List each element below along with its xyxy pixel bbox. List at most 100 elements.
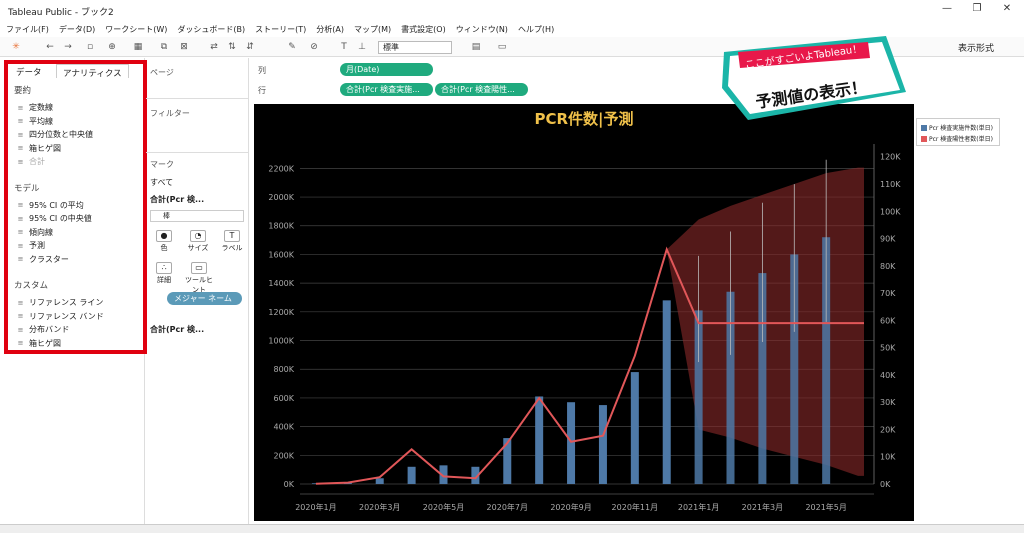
tableau-logo-icon[interactable]: ✳ [10,41,22,53]
menu-analysis[interactable]: 分析(A) [316,24,344,35]
labels-icon[interactable]: T [338,41,350,53]
menu-story[interactable]: ストーリー(T) [255,24,306,35]
y-tick-left: 1200K [268,308,294,317]
menu-help[interactable]: ヘルプ(H) [518,24,554,35]
bar [630,372,639,484]
tooltip-button[interactable]: ▭ ツールヒント [182,262,216,294]
show-me-button[interactable]: 表示形式 [958,41,994,54]
divider [146,98,249,99]
undo-icon[interactable]: ← [44,41,56,53]
size-icon: ◔ [190,230,206,242]
columns-pill-date[interactable]: 月(Date) [340,63,433,76]
marks-card-2[interactable]: 合計(Pcr 検... [150,324,204,335]
columns-label: 列 [258,66,266,75]
y-tick-left: 2000K [268,193,294,202]
legend-label-positives: Pcr 検査陽性者数(単日) [929,136,993,143]
detail-icon: ∴ [156,262,172,274]
rows-label: 行 [258,86,266,95]
menu-dashboard[interactable]: ダッシュボード(B) [177,24,245,35]
maximize-icon[interactable]: ❐ [962,3,992,19]
x-tick: 2020年1月 [295,502,336,512]
menu-window[interactable]: ウィンドウ(N) [456,24,508,35]
y-tick-right: 0K [880,480,891,489]
y-tick-right: 30K [880,398,896,407]
rows-pill-tests[interactable]: 合計(Pcr 検査実施... [340,83,433,96]
bar [535,396,544,484]
y-tick-right: 100K [880,207,901,216]
bar [567,402,576,484]
y-tick-right: 70K [880,289,896,298]
legend-item-tests[interactable]: Pcr 検査実施件数(単日) [921,123,993,132]
new-sheet-icon[interactable]: ▦ [132,41,144,53]
legend: Pcr 検査実施件数(単日) Pcr 検査陽性者数(単日) [916,118,1000,146]
size-button[interactable]: ◔ サイズ [184,230,212,256]
color-icon: ● [156,230,172,242]
x-tick: 2020年3月 [359,502,400,512]
save-icon[interactable]: ▫ [84,41,96,53]
chart-view-icon[interactable]: ▤ [470,41,482,53]
menu-data[interactable]: データ(D) [59,24,95,35]
minimize-icon[interactable]: — [932,3,962,19]
detail-label: 詳細 [157,276,171,284]
x-tick: 2020年9月 [550,502,591,512]
pin-icon[interactable]: ⊥ [356,41,368,53]
y-tick-right: 80K [880,262,896,271]
callout-banner: ここがすごいよTableau！ 予測値の表示！ [722,36,906,120]
chart-area: 0K 200K 400K 600K 800K 1000K 1200K 1400K 1600K 18… [254,104,914,521]
y-tick-left: 600K [273,394,294,403]
clear-sheet-icon[interactable]: ⊠ [178,41,190,53]
y-tick-left: 2200K [268,164,294,173]
label-icon: T [224,230,240,242]
y-tick-right: 50K [880,344,896,353]
y-tick-right: 60K [880,316,896,325]
menu-worksheet[interactable]: ワークシート(W) [105,24,167,35]
y-tick-left: 1800K [268,222,294,231]
group-icon[interactable]: ⊘ [308,41,320,53]
new-datasource-icon[interactable]: ⊕ [106,41,118,53]
legend-label-tests: Pcr 検査実施件数(単日) [929,125,993,132]
x-tick: 2020年5月 [423,502,464,512]
detail-button[interactable]: ∴ 詳細 [150,262,178,288]
highlight-icon[interactable]: ✎ [286,41,298,53]
color-label: 色 [160,244,168,252]
y-tick-left: 1000K [268,337,294,346]
y-tick-right: 120K [880,153,901,162]
bar [375,478,384,484]
chart-svg: 0K 200K 400K 600K 800K 1000K 1200K 1400K 1600K 18… [268,144,901,512]
y-tick-left: 400K [273,423,294,432]
x-tick: 2021年1月 [678,502,719,512]
swap-icon[interactable]: ⇄ [208,41,220,53]
duplicate-icon[interactable]: ⧉ [158,41,170,53]
color-button[interactable]: ● 色 [150,230,178,256]
label-button[interactable]: T ラベル [218,230,246,256]
redo-icon[interactable]: → [62,41,74,53]
size-label: サイズ [187,244,209,252]
presentation-icon[interactable]: ▭ [496,41,508,53]
window-title: Tableau Public - ブック2 [8,8,114,18]
sort-desc-icon[interactable]: ⇵ [244,41,256,53]
close-icon[interactable]: ✕ [992,3,1022,19]
measure-names-pill[interactable]: メジャー ネーム [167,292,242,305]
pages-label: ページ [150,68,174,77]
y-tick-right: 90K [880,235,896,244]
marks-all[interactable]: すべて [150,177,173,188]
menu-file[interactable]: ファイル(F) [6,24,49,35]
y-tick-right: 20K [880,425,896,434]
highlight-box [4,60,147,354]
marks-label: マーク [150,160,174,169]
sort-asc-icon[interactable]: ⇅ [226,41,238,53]
y-tick-right: 40K [880,371,896,380]
marks-card-1[interactable]: 合計(Pcr 検... [150,194,204,205]
y-tick-left: 0K [284,480,295,489]
fit-select[interactable]: 標準 [378,41,452,54]
menu-format[interactable]: 書式設定(O) [401,24,446,35]
y-tick-left: 200K [273,451,294,460]
sheet-tabs-bar[interactable] [0,524,1024,533]
mark-type-select[interactable]: 棒 [150,210,244,222]
rows-pill-positives[interactable]: 合計(Pcr 検査陽性... [435,83,528,96]
menu-map[interactable]: マップ(M) [354,24,391,35]
y-tick-left: 1600K [268,250,294,259]
title-bar [0,0,1024,22]
y-tick-right: 10K [880,453,896,462]
legend-item-positives[interactable]: Pcr 検査陽性者数(単日) [921,134,993,143]
